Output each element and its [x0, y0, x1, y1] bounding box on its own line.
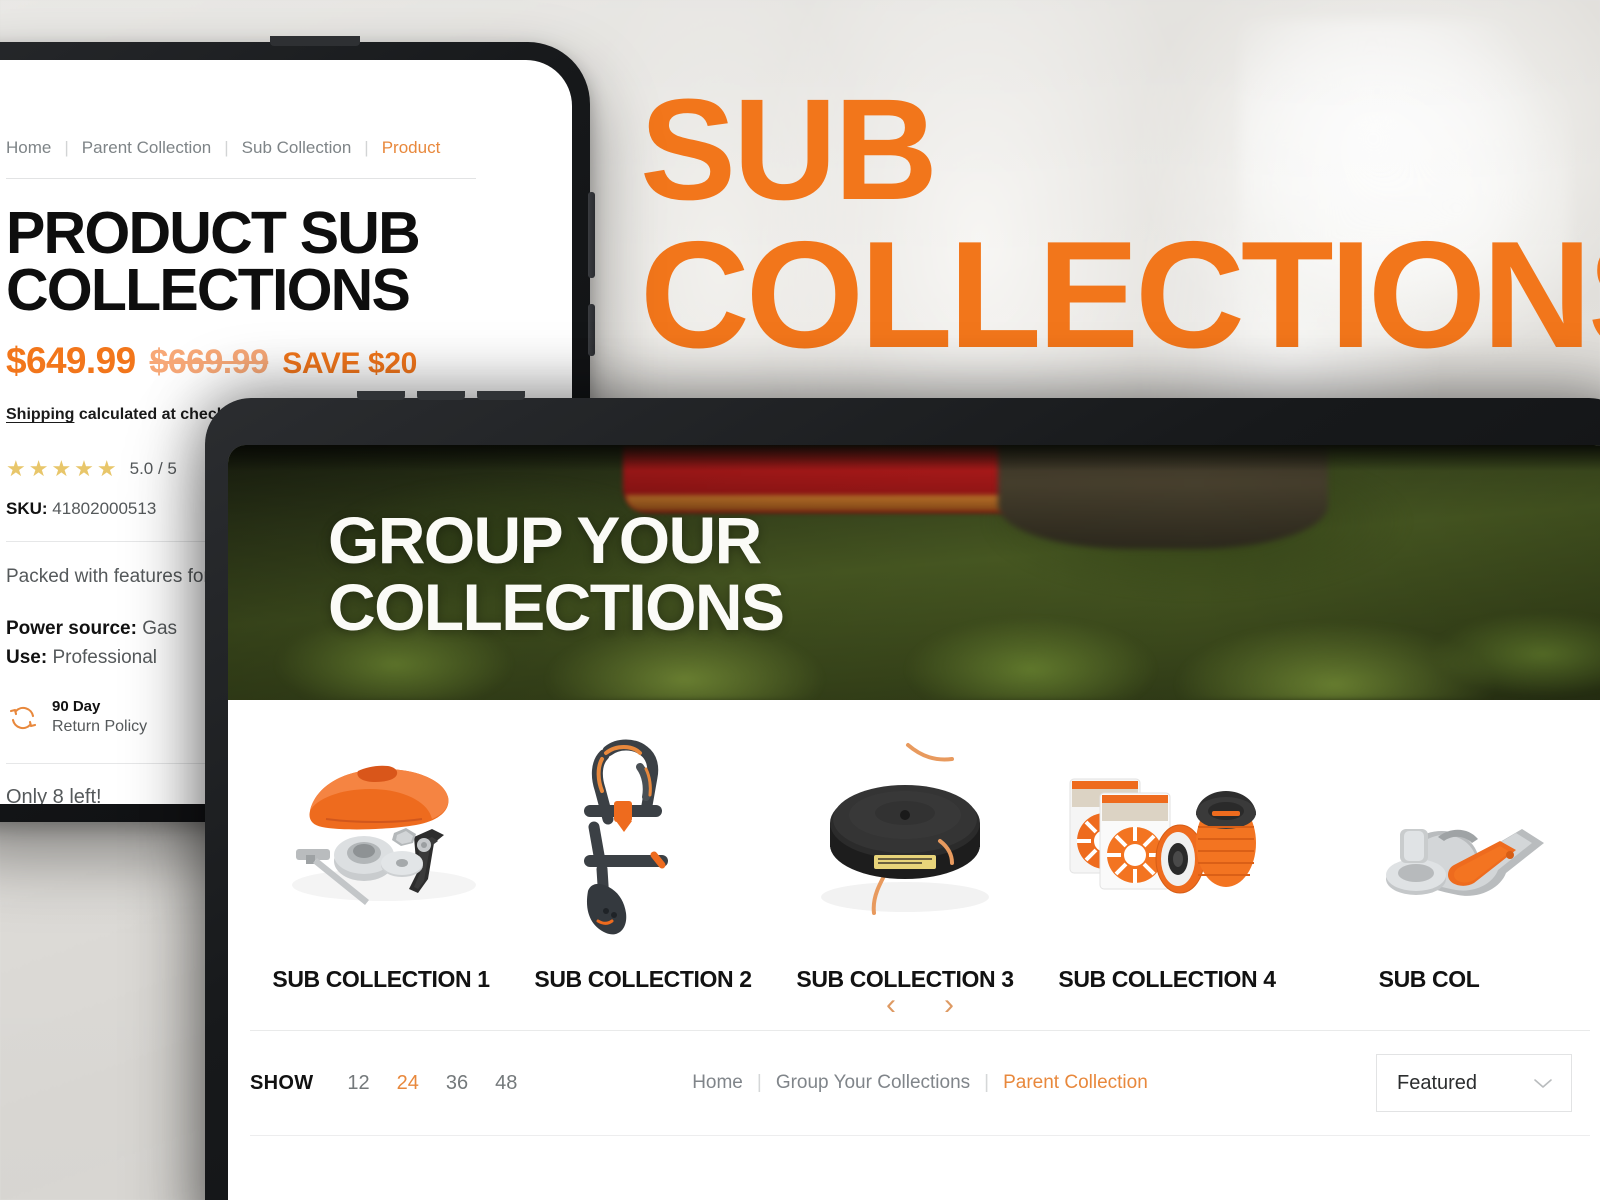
spec-use-label: Use: [6, 646, 48, 668]
sort-by-value: Featured [1397, 1071, 1478, 1094]
hero-title: GROUP YOUR COLLECTIONS [328, 503, 785, 645]
breadcrumb-item-home[interactable]: Home [6, 138, 51, 158]
breadcrumb: Home | Group Your Collections | Parent C… [692, 1072, 1148, 1094]
product-title: PRODUCT SUB COLLECTIONS [6, 200, 421, 323]
collection-toolbar: SHOW 12 24 36 48 Home | Group Your Colle… [228, 1031, 1600, 1135]
headline-line-1: SUB [640, 69, 938, 230]
carousel-next-button[interactable]: › [934, 986, 964, 1024]
list-item[interactable]: SUB COLLECTION 3 [774, 706, 1036, 993]
breadcrumb-item-parent-collection[interactable]: Parent Collection [82, 138, 211, 158]
breadcrumb-separator: | [364, 138, 369, 157]
trimmer-attachment-icon [1298, 706, 1560, 954]
carousel-prev-button[interactable]: ‹ [876, 986, 906, 1024]
show-option-24[interactable]: 24 [397, 1072, 419, 1095]
sku-value: 41802000513 [52, 499, 157, 519]
trimmer-head-icon [774, 706, 1036, 954]
device-sensor [357, 391, 405, 400]
list-item[interactable]: SUB COLLECTION 4 [1036, 706, 1298, 993]
price-save-badge: SAVE $20 [282, 347, 417, 381]
hero-title-line-1: GROUP YOUR [328, 503, 762, 577]
return-policy-title: 90 Day [52, 698, 101, 716]
tablet-device-front: GROUP YOUR COLLECTIONS SUB COLLECTION 1 … [205, 391, 1600, 1200]
return-arrows-icon [6, 701, 40, 735]
show-option-36[interactable]: 36 [446, 1072, 468, 1095]
breadcrumb-item-home[interactable]: Home [692, 1072, 743, 1094]
divider [250, 1135, 1590, 1136]
device-volume-button [588, 192, 595, 278]
sku-label: SKU: [6, 499, 48, 519]
hero-title-line-2: COLLECTIONS [328, 570, 785, 645]
show-option-48[interactable]: 48 [495, 1072, 517, 1095]
price-compare-at: $669.99 [149, 343, 269, 382]
price-current: $649.99 [6, 340, 136, 382]
breadcrumb-separator: | [224, 138, 229, 157]
rating-value: 5.0 / 5 [129, 459, 177, 479]
list-item[interactable]: SUB COLLECTION 1 [250, 706, 512, 993]
show-per-page-control: SHOW 12 24 36 48 [250, 1072, 544, 1095]
device-camera [417, 391, 465, 400]
show-option-12[interactable]: 12 [347, 1072, 369, 1095]
collection-hero-banner: GROUP YOUR COLLECTIONS [228, 445, 1600, 700]
breadcrumb-item-parent-collection[interactable]: Parent Collection [1003, 1072, 1148, 1094]
breadcrumb-item-sub-collection[interactable]: Sub Collection [242, 138, 352, 158]
return-policy-sub: Return Policy [52, 717, 148, 735]
breadcrumb: Home | Parent Collection | Sub Collectio… [6, 138, 476, 158]
trimmer-line-spools-icon [1036, 706, 1298, 954]
harness-icon [512, 706, 774, 954]
page-title: SUB COLLECTIONS [640, 78, 1600, 380]
sort-by-select[interactable]: Featured [1376, 1054, 1572, 1112]
list-item[interactable]: SUB COLLECTION 2 [512, 706, 774, 993]
return-policy-badge: 90 Day Return Policy [6, 698, 147, 737]
carousel-controls: ‹ › [228, 986, 1600, 1024]
headline-line-2: COLLECTIONS [640, 209, 1600, 380]
spec-power-source-value: Gas [136, 618, 178, 640]
trimmer-guard-kit-icon [250, 706, 512, 954]
collection-page-screen: GROUP YOUR COLLECTIONS SUB COLLECTION 1 … [228, 445, 1600, 1200]
breadcrumb-separator: | [984, 1072, 990, 1093]
return-policy-text: 90 Day Return Policy [52, 698, 147, 737]
shipping-policy-link[interactable]: Shipping [6, 406, 74, 423]
device-speaker [477, 391, 525, 400]
list-item[interactable]: SUB COL [1298, 706, 1560, 993]
show-label: SHOW [250, 1071, 314, 1094]
breadcrumb-separator: | [64, 138, 69, 157]
carousel-track[interactable]: SUB COLLECTION 1 SUB COLLECTION 2 SUB CO… [250, 706, 1560, 993]
star-rating-icon: ★★★★★ [6, 456, 120, 482]
breadcrumb-item-product[interactable]: Product [382, 138, 441, 158]
divider [6, 178, 476, 179]
breadcrumb-separator: | [756, 1072, 762, 1093]
price-block: $649.99 $669.99 SAVE $20 [6, 340, 476, 382]
spec-power-source-label: Power source: [6, 618, 137, 640]
device-speaker [270, 36, 360, 46]
breadcrumb-item-group-your-collections[interactable]: Group Your Collections [776, 1072, 970, 1094]
chevron-down-icon [1533, 1077, 1553, 1089]
subcollection-carousel: SUB COLLECTION 1 SUB COLLECTION 2 SUB CO… [228, 700, 1600, 1030]
spec-use-value: Professional [47, 646, 158, 668]
device-power-button [588, 304, 595, 356]
